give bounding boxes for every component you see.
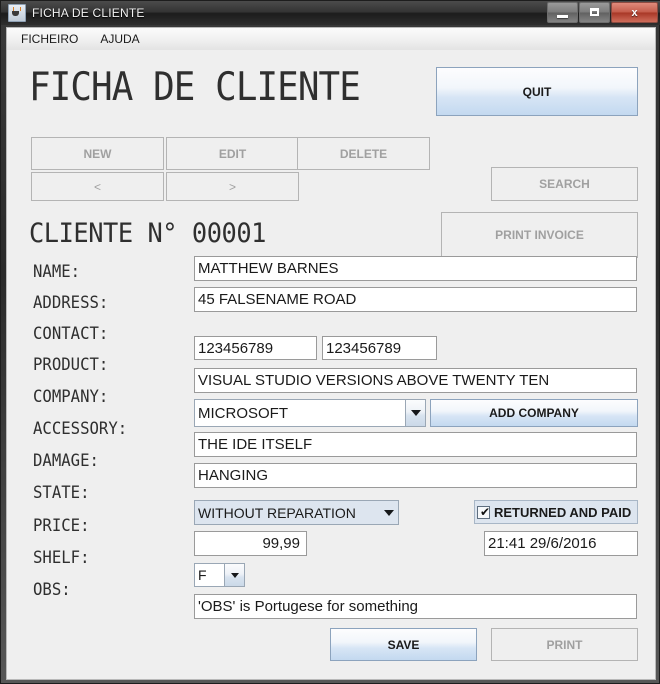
label-company: COMPANY: [33,387,109,407]
chevron-down-icon[interactable] [405,400,425,426]
menu-bar: FICHEIRO AJUDA [6,27,656,50]
delete-button[interactable]: DELETE [297,137,430,170]
quit-button[interactable]: QUIT [436,67,638,116]
product-input[interactable]: VISUAL STUDIO VERSIONS ABOVE TWENTY TEN [194,368,637,393]
datetime-input[interactable]: 21:41 29/6/2016 [484,531,638,556]
address-input[interactable]: 45 FALSENAME ROAD [194,287,637,312]
company-combobox[interactable]: MICROSOFT [194,399,426,427]
maximize-icon [590,8,599,16]
add-company-button[interactable]: ADD COMPANY [430,399,638,427]
print-button[interactable]: PRINT [491,628,638,661]
close-icon: x [631,6,638,19]
maximize-button[interactable] [579,2,610,23]
cup-decoration [12,11,19,16]
name-input[interactable]: MATTHEW BARNES [194,256,637,281]
label-name: NAME: [33,262,81,282]
close-button[interactable]: x [611,2,658,23]
page-title: FICHA DE CLIENTE [29,65,361,110]
new-button[interactable]: NEW [31,137,164,170]
checkbox-box-icon[interactable]: ✔ [477,504,491,519]
print-invoice-button[interactable]: PRINT INVOICE [441,212,638,258]
java-coffee-cup-icon [8,4,26,22]
chevron-down-icon[interactable] [379,501,398,524]
minimize-icon [557,15,568,18]
company-combobox-value: MICROSOFT [195,400,405,426]
title-bar: FICHA DE CLIENTE x [1,1,660,25]
label-shelf: SHELF: [33,548,90,568]
client-number-heading: CLIENTE N° 00001 [29,218,266,249]
window-title: FICHA DE CLIENTE [32,6,145,20]
next-record-button[interactable]: > [166,172,299,201]
contact-input-2[interactable]: 123456789 [322,336,437,360]
chevron-down-icon[interactable] [224,564,244,586]
main-content-panel: FICHA DE CLIENTE CLIENTE N° 00001 QUIT S… [6,50,656,680]
save-button[interactable]: SAVE [330,628,477,661]
damage-input[interactable]: HANGING [194,463,637,488]
application-window: FICHA DE CLIENTE x FICHEIRO AJUDA FICHA … [0,0,660,684]
returned-and-paid-label: RETURNED AND PAID [494,504,632,520]
shelf-combobox-value: F [195,564,224,586]
label-contact: CONTACT: [33,324,109,344]
minimize-button[interactable] [547,2,578,23]
label-obs: OBS: [33,580,71,600]
obs-input[interactable]: 'OBS' is Portugese for something [194,594,637,619]
label-accessory: ACCESSORY: [33,419,128,439]
edit-button[interactable]: EDIT [166,137,299,170]
returned-and-paid-checkbox[interactable]: ✔ RETURNED AND PAID [474,500,638,524]
state-combobox[interactable]: WITHOUT REPARATION [194,500,399,525]
label-product: PRODUCT: [33,355,109,375]
label-damage: DAMAGE: [33,451,99,471]
menu-item-ficheiro[interactable]: FICHEIRO [13,30,86,48]
label-state: STATE: [33,483,90,503]
search-button[interactable]: SEARCH [491,167,638,201]
label-address: ADDRESS: [33,293,109,313]
price-input[interactable]: 99,99 [194,531,307,556]
menu-item-ajuda[interactable]: AJUDA [92,30,147,48]
shelf-combobox[interactable]: F [194,563,245,587]
accessory-input[interactable]: THE IDE ITSELF [194,432,637,457]
previous-record-button[interactable]: < [31,172,164,201]
label-price: PRICE: [33,516,90,536]
contact-input-1[interactable]: 123456789 [194,336,317,360]
state-combobox-value: WITHOUT REPARATION [195,501,379,524]
window-controls: x [547,2,658,23]
check-icon: ✔ [480,504,491,519]
